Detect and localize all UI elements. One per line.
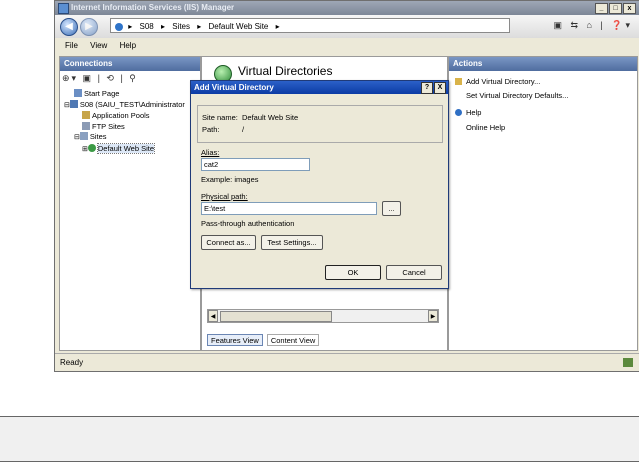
menu-file[interactable]: File bbox=[65, 41, 78, 50]
tree-node-server[interactable]: ⊟ S08 (SAIU_TEST\Administrator bbox=[64, 99, 185, 112]
alias-example: Example: images bbox=[201, 175, 259, 184]
ok-button[interactable]: OK bbox=[325, 265, 381, 280]
action-online-help[interactable]: Online Help bbox=[455, 123, 505, 132]
back-icon[interactable]: ◀ bbox=[60, 18, 78, 36]
tree-node-ftp-sites[interactable]: FTP Sites bbox=[64, 121, 185, 133]
cancel-button[interactable]: Cancel bbox=[386, 265, 442, 280]
tree-node-sites[interactable]: ⊟ Sites bbox=[64, 132, 185, 144]
menu-bar: File View Help bbox=[55, 38, 639, 53]
address-segment-site[interactable]: Default Web Site bbox=[208, 22, 268, 31]
dialog-title: Add Virtual Directory bbox=[194, 83, 274, 92]
connections-tree: Start Page ⊟ S08 (SAIU_TEST\Administrator… bbox=[64, 89, 185, 155]
menu-view[interactable]: View bbox=[90, 41, 107, 50]
folder-icon bbox=[455, 78, 462, 85]
network-icon bbox=[623, 358, 633, 367]
maximize-button[interactable]: □ bbox=[609, 3, 622, 14]
connections-toolbar[interactable]: ⊕▾ ▣ | ⟲ | ⚲ bbox=[62, 73, 138, 84]
navigation-bar: ◀ ▶ ▸ S08 ▸ Sites ▸ Default Web Site ▸ ▣… bbox=[55, 15, 639, 39]
path-value: / bbox=[242, 125, 245, 134]
address-segment-sites[interactable]: Sites bbox=[172, 22, 190, 31]
action-add-virtual-directory[interactable]: Add Virtual Directory... bbox=[455, 77, 540, 86]
minimize-button[interactable]: _ bbox=[595, 3, 608, 14]
actions-header: Actions bbox=[449, 57, 637, 71]
tree-node-start-page[interactable]: Start Page bbox=[64, 89, 185, 100]
ftp-sites-icon bbox=[82, 121, 90, 130]
close-button[interactable]: x bbox=[623, 3, 636, 14]
footer-band bbox=[0, 416, 639, 462]
path-label: Path: bbox=[202, 125, 220, 134]
dialog-help-button[interactable]: ? bbox=[421, 82, 433, 94]
alias-label: Alias: bbox=[201, 148, 220, 157]
scroll-right-icon[interactable]: ▶ bbox=[428, 310, 438, 322]
expand-icon[interactable]: ⊞ bbox=[82, 146, 88, 153]
page-title: Virtual Directories bbox=[238, 64, 333, 78]
site-info-group: Site name: Default Web Site Path: / bbox=[197, 105, 443, 143]
tab-features-view[interactable]: Features View bbox=[207, 334, 263, 346]
window-controls: _ □ x bbox=[595, 3, 636, 14]
horizontal-scrollbar[interactable]: ◀ ▶ bbox=[207, 309, 439, 323]
address-segment-server[interactable]: S08 bbox=[139, 22, 153, 31]
view-tabs: Features View Content View bbox=[207, 334, 320, 346]
tab-content-view[interactable]: Content View bbox=[266, 334, 320, 346]
physical-path-input[interactable]: E:\test bbox=[201, 202, 377, 215]
test-settings-button[interactable]: Test Settings... bbox=[261, 235, 323, 250]
status-bar: Ready bbox=[55, 353, 639, 371]
iis-app-icon bbox=[58, 3, 69, 14]
globe-icon bbox=[115, 22, 123, 31]
tree-node-default-web-site[interactable]: ⊞ Default Web Site bbox=[64, 142, 185, 156]
globe-icon bbox=[87, 143, 96, 152]
action-set-defaults[interactable]: Set Virtual Directory Defaults... bbox=[455, 91, 568, 100]
dialog-controls: ? X bbox=[421, 82, 446, 94]
add-virtual-directory-dialog: Add Virtual Directory ? X Site name: Def… bbox=[190, 80, 449, 289]
toolbar-icons[interactable]: ▣ ⇆ ⌂ | ❓▾ bbox=[553, 20, 633, 31]
connections-pane: Connections ⊕▾ ▣ | ⟲ | ⚲ Start Page ⊟ S08… bbox=[59, 56, 201, 351]
tree-node-app-pools[interactable]: Application Pools bbox=[64, 111, 185, 122]
window-title: Internet Information Services (IIS) Mana… bbox=[71, 3, 235, 12]
browse-button[interactable]: ... bbox=[382, 201, 401, 216]
server-icon bbox=[69, 99, 78, 108]
sites-icon bbox=[79, 132, 88, 140]
start-page-icon bbox=[74, 89, 82, 97]
connections-header: Connections bbox=[60, 57, 200, 71]
app-pools-icon bbox=[82, 111, 90, 119]
site-name-label: Site name: bbox=[202, 113, 238, 122]
passthrough-label: Pass-through authentication bbox=[201, 219, 295, 228]
dialog-title-bar: Add Virtual Directory ? X bbox=[191, 81, 448, 94]
status-text: Ready bbox=[60, 358, 84, 367]
scroll-left-icon[interactable]: ◀ bbox=[208, 310, 218, 322]
site-name-value: Default Web Site bbox=[242, 113, 299, 122]
dialog-close-button[interactable]: X bbox=[434, 82, 446, 94]
title-bar: Internet Information Services (IIS) Mana… bbox=[55, 1, 639, 15]
help-icon bbox=[455, 109, 462, 116]
alias-input[interactable]: cat2 bbox=[201, 158, 310, 171]
menu-help[interactable]: Help bbox=[120, 41, 136, 50]
physical-path-label: Physical path: bbox=[201, 192, 248, 201]
connect-as-button[interactable]: Connect as... bbox=[201, 235, 256, 250]
scroll-thumb[interactable] bbox=[220, 311, 332, 322]
actions-pane: Actions Add Virtual Directory... Set Vir… bbox=[448, 56, 638, 351]
forward-icon[interactable]: ▶ bbox=[80, 18, 98, 36]
action-help[interactable]: Help bbox=[455, 108, 481, 117]
address-bar[interactable]: ▸ S08 ▸ Sites ▸ Default Web Site ▸ bbox=[110, 18, 510, 33]
